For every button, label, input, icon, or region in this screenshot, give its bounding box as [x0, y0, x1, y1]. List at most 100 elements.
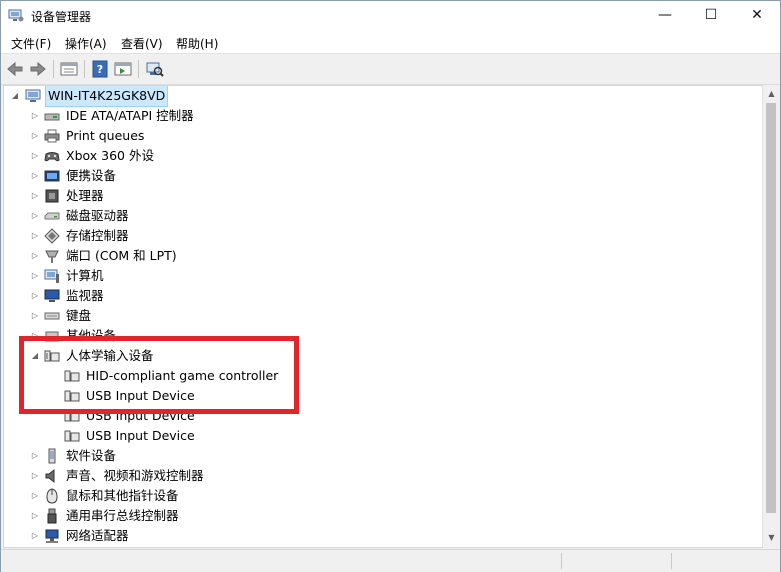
expand-arrow-icon[interactable]: ▷ — [30, 526, 40, 546]
tree-root-node[interactable]: ◢ WIN-IT4K25GK8VD — [4, 86, 404, 107]
status-bar — [1, 549, 780, 572]
menu-action[interactable]: 操作(A) — [65, 35, 107, 52]
tree-item-storage-controllers[interactable]: ▷ 存储控制器 — [4, 226, 604, 246]
category-label: 便携设备 — [66, 168, 117, 183]
category-label: 磁盘驱动器 — [66, 208, 129, 223]
toolbar: ? — [1, 54, 780, 85]
expand-arrow-icon[interactable]: ▷ — [30, 226, 40, 246]
menu-file[interactable]: 文件(F) — [11, 35, 51, 52]
mouse-icon — [46, 488, 58, 504]
monitor-icon — [44, 289, 60, 302]
device-label: USB Input Device — [86, 428, 195, 443]
expand-arrow-icon[interactable]: ▷ — [30, 486, 40, 506]
device-manager-window: 设备管理器 — ☐ ✕ 文件(F) 操作(A) 查看(V) 帮助(H) ? ◢ … — [0, 0, 781, 572]
scroll-down-arrow-icon[interactable]: ▼ — [763, 529, 780, 546]
menu-help[interactable]: 帮助(H) — [176, 35, 218, 52]
processor-icon — [45, 189, 59, 203]
expand-arrow-icon[interactable]: ▷ — [30, 446, 40, 466]
category-label: 计算机 — [66, 268, 104, 283]
computer-name: WIN-IT4K25GK8VD — [45, 86, 169, 107]
tree-item-usb-controllers[interactable]: ▷ 通用串行总线控制器 — [4, 506, 604, 526]
tree-item-sound[interactable]: ▷ 声音、视频和游戏控制器 — [4, 466, 604, 486]
tree-item-xbox[interactable]: ▷ Xbox 360 外设 — [4, 146, 604, 166]
close-button[interactable]: ✕ — [734, 1, 780, 31]
highlight-annotation-box — [19, 336, 299, 414]
category-label: 鼠标和其他指针设备 — [66, 488, 179, 503]
port-icon — [45, 250, 59, 263]
category-label: 处理器 — [66, 188, 104, 203]
tree-item-disk-drives[interactable]: ▷ 磁盘驱动器 — [4, 206, 604, 226]
tree-item-monitors[interactable]: ▷ 监视器 — [4, 286, 604, 306]
window-title: 设备管理器 — [31, 10, 92, 24]
maximize-button[interactable]: ☐ — [688, 1, 734, 31]
expand-arrow-icon[interactable]: ▷ — [30, 286, 40, 306]
expand-arrow-icon[interactable]: ▷ — [30, 166, 40, 186]
tree-item-keyboards[interactable]: ▷ 键盘 — [4, 306, 604, 326]
help-icon[interactable]: ? — [90, 59, 110, 79]
minimize-button[interactable]: — — [642, 1, 688, 31]
scrollbar-thumb[interactable] — [766, 103, 776, 513]
expand-arrow-icon[interactable]: ▷ — [30, 106, 40, 126]
collapse-arrow-icon[interactable]: ◢ — [10, 86, 20, 106]
computer-icon — [25, 89, 41, 102]
forward-icon[interactable] — [28, 59, 48, 79]
toolbar-separator — [53, 60, 54, 78]
keyboard-icon — [44, 312, 60, 320]
expand-arrow-icon[interactable]: ▷ — [30, 266, 40, 286]
tree-item-usb-input-device[interactable]: USB Input Device — [4, 426, 604, 446]
ide-controller-icon — [44, 113, 60, 121]
device-tree[interactable]: ◢ WIN-IT4K25GK8VD ▷ IDE ATA/ATAPI 控制器 ▷ — [3, 85, 763, 548]
gamepad-icon — [44, 152, 60, 162]
back-icon[interactable] — [5, 59, 25, 79]
tree-item-print-queues[interactable]: ▷ Print queues — [4, 126, 604, 146]
view-icon[interactable] — [113, 59, 133, 79]
expand-arrow-icon[interactable]: ▷ — [30, 246, 40, 266]
category-label: IDE ATA/ATAPI 控制器 — [66, 108, 194, 123]
tree-item-software-devices[interactable]: ▷ 软件设备 — [4, 446, 604, 466]
expand-arrow-icon[interactable]: ▷ — [30, 146, 40, 166]
expand-arrow-icon[interactable]: ▷ — [30, 306, 40, 326]
device-manager-app-icon — [8, 9, 24, 22]
toolbar-separator — [138, 60, 139, 78]
category-label: Print queues — [66, 128, 145, 143]
category-label: 软件设备 — [66, 448, 117, 463]
toolbar-separator — [84, 60, 85, 78]
tree-item-portable-devices[interactable]: ▷ 便携设备 — [4, 166, 604, 186]
vertical-scrollbar[interactable]: ▲ ▼ — [762, 85, 780, 546]
tree-item-mice[interactable]: ▷ 鼠标和其他指针设备 — [4, 486, 604, 506]
category-label: 键盘 — [66, 308, 92, 323]
tree-item-network-adapters[interactable]: ▷ 网络适配器 — [4, 526, 604, 546]
category-label: 端口 (COM 和 LPT) — [66, 248, 177, 263]
category-label: 网络适配器 — [66, 528, 129, 543]
menu-view[interactable]: 查看(V) — [121, 35, 163, 52]
hid-device-icon — [64, 430, 80, 442]
scroll-up-arrow-icon[interactable]: ▲ — [763, 85, 780, 102]
expand-arrow-icon[interactable]: ▷ — [30, 206, 40, 226]
computer-icon — [44, 269, 59, 283]
expand-arrow-icon[interactable]: ▷ — [30, 466, 40, 486]
status-divider — [561, 553, 562, 569]
storage-controller-icon — [44, 228, 60, 244]
usb-icon — [47, 508, 57, 524]
menu-bar: 文件(F) 操作(A) 查看(V) 帮助(H) — [1, 31, 780, 54]
expand-arrow-icon[interactable]: ▷ — [30, 506, 40, 526]
properties-icon[interactable] — [59, 59, 79, 79]
network-adapter-icon — [45, 529, 59, 543]
category-label: Xbox 360 外设 — [66, 148, 154, 163]
scan-hardware-icon[interactable] — [144, 59, 164, 79]
sound-icon — [45, 468, 55, 484]
tree-item-ide-controller[interactable]: ▷ IDE ATA/ATAPI 控制器 — [4, 106, 604, 126]
category-label: 存储控制器 — [66, 228, 129, 243]
tree-item-computer[interactable]: ▷ 计算机 — [4, 266, 604, 286]
expand-arrow-icon[interactable]: ▷ — [30, 186, 40, 206]
title-bar[interactable]: 设备管理器 — ☐ ✕ — [1, 1, 780, 31]
svg-text:?: ? — [97, 63, 103, 76]
disk-drive-icon — [44, 212, 60, 220]
tree-item-processors[interactable]: ▷ 处理器 — [4, 186, 604, 206]
category-label: 监视器 — [66, 288, 104, 303]
printer-icon — [44, 129, 60, 143]
tree-item-ports[interactable]: ▷ 端口 (COM 和 LPT) — [4, 246, 604, 266]
category-label: 声音、视频和游戏控制器 — [66, 468, 204, 483]
expand-arrow-icon[interactable]: ▷ — [30, 126, 40, 146]
category-label: 通用串行总线控制器 — [66, 508, 179, 523]
